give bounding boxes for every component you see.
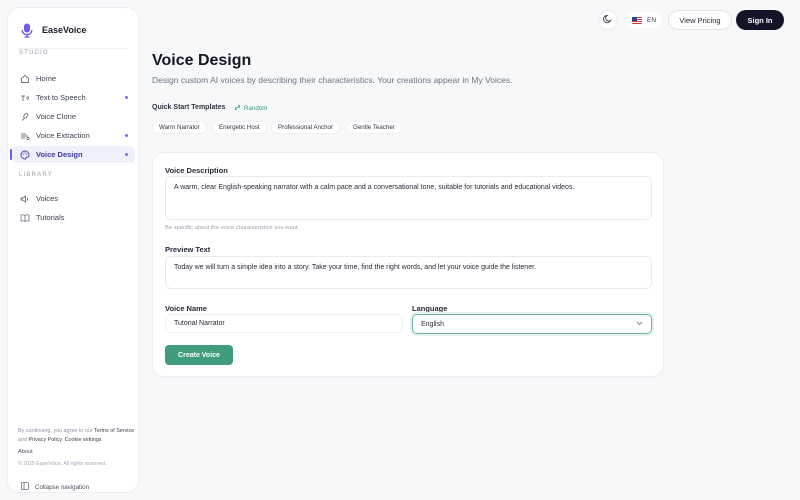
random-label: Random: [244, 105, 268, 112]
sidebar-item-home[interactable]: Home: [12, 70, 135, 87]
brand[interactable]: EaseVoice: [20, 22, 86, 38]
create-voice-button[interactable]: Create Voice: [165, 345, 233, 365]
us-flag-icon: [632, 16, 642, 24]
template-chip[interactable]: Warm Narrator: [152, 121, 207, 134]
page-subtitle: Design custom AI voices by describing th…: [152, 75, 513, 85]
voice-name-input[interactable]: [165, 314, 403, 333]
view-pricing-button[interactable]: View Pricing: [668, 10, 732, 30]
template-chip[interactable]: Professional Anchor: [271, 121, 341, 134]
brand-name: EaseVoice: [42, 25, 87, 35]
sidebar-item-voices[interactable]: Voices: [12, 190, 135, 207]
voice-description-label: Voice Description: [165, 166, 228, 175]
text-speech-icon: [20, 93, 30, 103]
section-label-studio: STUDIO: [19, 50, 49, 56]
sidebar-item-label: Tutorials: [36, 213, 65, 222]
sidebar-item-label: Voice Design: [36, 150, 83, 159]
sidebar-item-label: Home: [36, 74, 57, 83]
sidebar: EaseVoice STUDIO Home Text to Speech Voi…: [7, 7, 139, 493]
home-icon: [20, 74, 30, 84]
moon-icon: [603, 11, 613, 29]
sidebar-item-tutorials[interactable]: Tutorials: [12, 209, 135, 226]
microphone-logo-icon: [20, 22, 34, 38]
language-selected-value: English: [421, 320, 444, 328]
voice-design-form: Voice Description A warm, clear English-…: [152, 152, 664, 377]
sidebar-item-text-to-speech[interactable]: Text to Speech: [12, 89, 135, 106]
book-icon: [20, 213, 30, 223]
preview-text-textarea[interactable]: Today we will turn a simple idea into a …: [165, 256, 652, 289]
divider: [18, 48, 128, 49]
sidebar-item-label: Voice Extraction: [36, 131, 90, 140]
new-indicator-dot: [125, 134, 128, 137]
voice-description-textarea[interactable]: A warm, clear English-speaking narrator …: [165, 176, 652, 220]
voice-clone-icon: [20, 112, 30, 122]
collapse-label: Collapse navigation: [35, 483, 90, 491]
palette-icon: [20, 150, 30, 160]
privacy-link[interactable]: Privacy Policy: [29, 437, 62, 443]
voice-description-hint: Be specific about the voice characterist…: [165, 225, 300, 231]
language-switcher[interactable]: EN: [626, 12, 663, 28]
language-select[interactable]: English: [412, 314, 652, 334]
voice-extraction-icon: [20, 131, 30, 141]
sign-in-button[interactable]: Sign In: [736, 10, 784, 30]
theme-toggle-button[interactable]: [598, 10, 618, 30]
quick-start-label: Quick Start Templates: [152, 104, 226, 111]
legal-notice: By continuing, you agree to our Terms of…: [18, 428, 135, 443]
terms-link[interactable]: Terms of Service: [94, 428, 134, 434]
sidebar-item-voice-clone[interactable]: Voice Clone: [12, 108, 135, 125]
sidebar-item-label: Voice Clone: [36, 112, 77, 121]
sidebar-toggle-icon: [21, 482, 29, 492]
language-code: EN: [647, 16, 657, 24]
new-indicator-dot: [125, 96, 128, 99]
about-link[interactable]: About: [18, 449, 33, 455]
cookie-settings-link[interactable]: Cookie settings: [65, 437, 102, 443]
template-chip[interactable]: Gentle Teacher: [346, 121, 402, 134]
page-title: Voice Design: [152, 52, 252, 69]
link-icon: [234, 104, 241, 113]
preview-text-label: Preview Text: [165, 245, 211, 254]
voice-name-label: Voice Name: [165, 304, 207, 313]
voices-icon: [20, 194, 30, 204]
collapse-navigation-button[interactable]: Collapse navigation: [21, 482, 89, 492]
copyright: © 2025 EaseVoice. All rights reserved.: [18, 461, 107, 467]
random-template-button[interactable]: Random: [234, 104, 267, 113]
sidebar-item-label: Voices: [36, 194, 59, 203]
language-label: Language: [412, 304, 448, 313]
chevron-down-icon: [636, 321, 643, 328]
sidebar-item-voice-extraction[interactable]: Voice Extraction: [12, 127, 135, 144]
new-indicator-dot: [125, 153, 128, 156]
sidebar-item-label: Text to Speech: [36, 93, 86, 102]
section-label-library: LIBRARY: [19, 172, 53, 178]
template-chip[interactable]: Energetic Host: [212, 121, 267, 134]
sidebar-item-voice-design[interactable]: Voice Design: [10, 146, 135, 163]
